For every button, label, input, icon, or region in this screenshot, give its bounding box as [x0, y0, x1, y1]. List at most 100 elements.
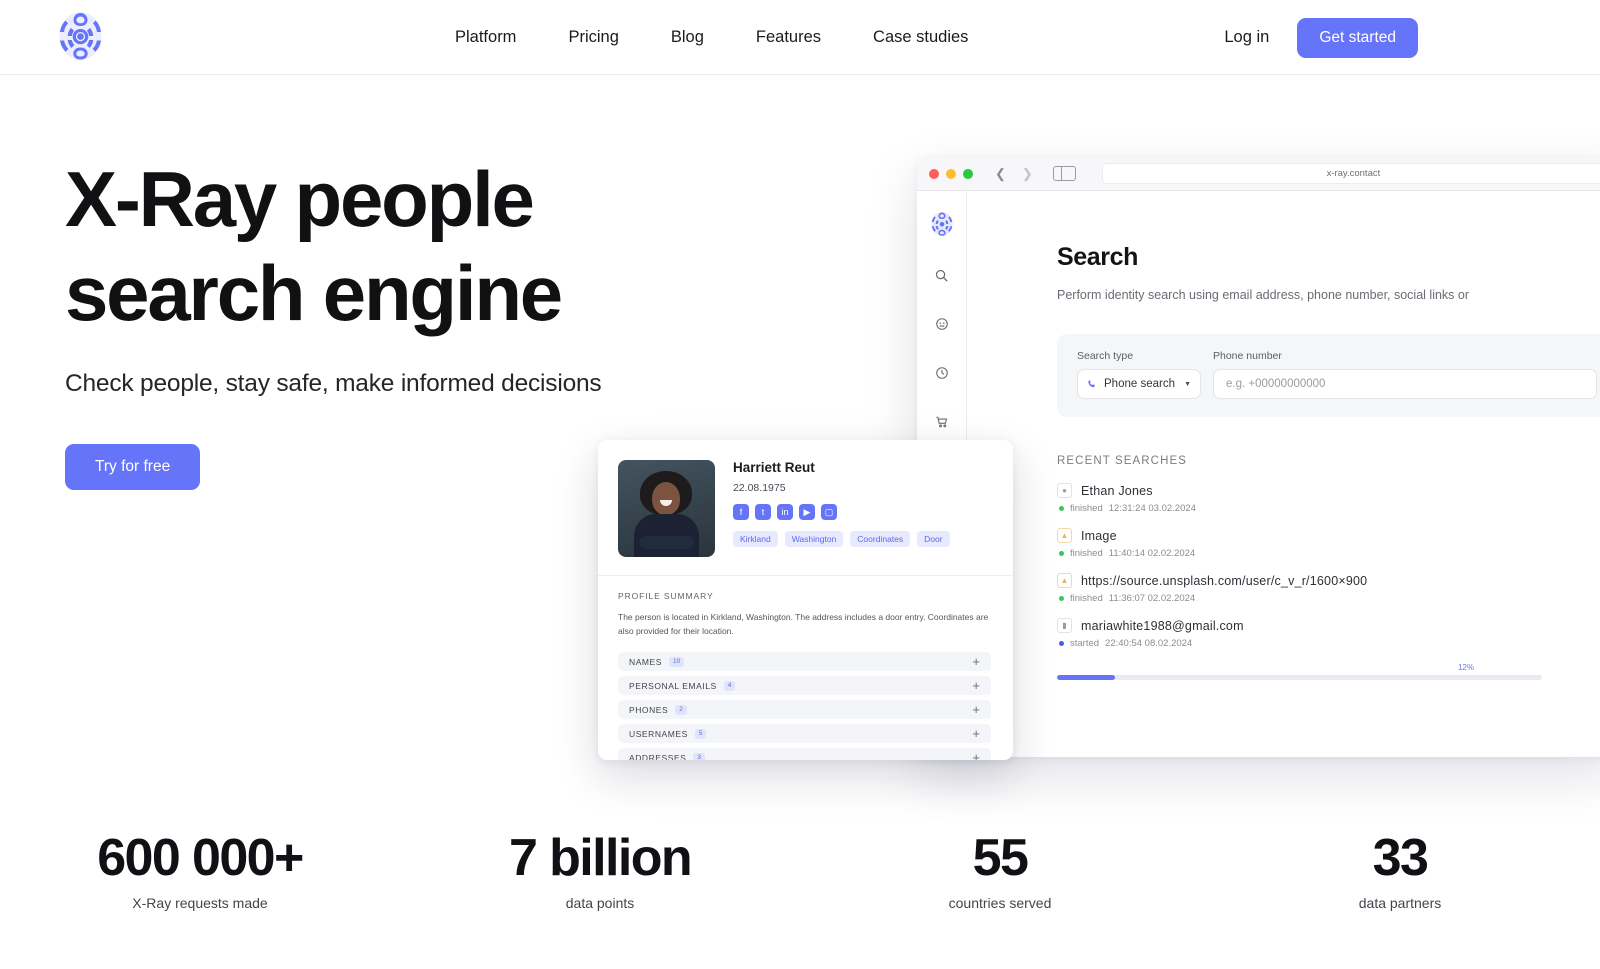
stat-item: 7 billion data points — [400, 828, 800, 911]
facebook-icon[interactable]: f — [733, 504, 749, 520]
stat-value: 33 — [1372, 829, 1429, 887]
row-label: USERNAMES — [629, 728, 688, 739]
twitter-icon[interactable]: t — [755, 504, 771, 520]
search-type-field: Search type Phone search ▼ — [1077, 350, 1201, 399]
table-row[interactable]: NAMES 10 + — [618, 652, 991, 671]
plus-icon[interactable]: + — [972, 751, 980, 760]
row-count-badge: 4 — [723, 680, 736, 691]
recent-item-title: mariawhite1988@gmail.com — [1081, 618, 1244, 633]
stat-value: 55 — [972, 829, 1029, 887]
sidebar-toggle-icon[interactable] — [1052, 166, 1076, 181]
profile-tag[interactable]: Kirkland — [733, 531, 778, 547]
chevron-left-icon[interactable]: ❮ — [991, 166, 1010, 182]
table-row[interactable]: USERNAMES 5 + — [618, 724, 991, 743]
recent-item-time: 11:40:14 02.02.2024 — [1108, 548, 1196, 559]
browser-url-bar[interactable]: x-ray.contact — [1101, 163, 1600, 184]
recent-item-status: finished — [1070, 503, 1103, 514]
recent-item-title: Image — [1081, 528, 1117, 543]
minimize-window-icon[interactable] — [946, 168, 956, 179]
status-dot — [1059, 506, 1064, 511]
search-icon[interactable] — [931, 264, 953, 286]
row-count-badge: 5 — [694, 728, 707, 739]
hero-title-line-1: X-Ray people — [65, 155, 535, 243]
recent-searches-list: ● Ethan Jones finished 12:31:24 03.02.20… — [1057, 483, 1600, 680]
plus-icon[interactable]: + — [972, 703, 980, 716]
recent-search-item[interactable]: ● Ethan Jones finished 12:31:24 03.02.20… — [1057, 483, 1600, 514]
linkedin-icon[interactable]: in — [777, 504, 793, 520]
youtube-icon[interactable]: ▶ — [799, 504, 815, 520]
shopping-cart-icon[interactable] — [931, 411, 953, 433]
login-link[interactable]: Log in — [1224, 28, 1269, 47]
app-page-heading: Search — [1057, 243, 1138, 271]
nav-link-features[interactable]: Features — [756, 28, 821, 47]
recent-item-status: finished — [1070, 548, 1103, 559]
person-circle-icon[interactable] — [931, 313, 953, 335]
sidebar-eye-globe-logo-icon[interactable] — [930, 211, 954, 237]
profile-tag[interactable]: Washington — [784, 531, 844, 547]
clock-history-icon[interactable] — [931, 362, 953, 384]
person-icon: ● — [1057, 483, 1072, 498]
browser-title-bar: ❮ ❯ x-ray.contact — [917, 157, 1600, 191]
recent-search-item[interactable]: ▮ mariawhite1988@gmail.com started 22:40… — [1057, 618, 1600, 649]
chevron-right-icon[interactable]: ❯ — [1018, 166, 1037, 182]
recent-search-item[interactable]: ▲ Image finished 11:40:14 02.02.2024 — [1057, 528, 1600, 559]
app-page-description: Perform identity search using email addr… — [1057, 288, 1470, 302]
maximize-window-icon[interactable] — [963, 168, 973, 179]
search-type-label: Search type — [1077, 350, 1134, 362]
hero-title-line-2: search engine — [65, 249, 563, 337]
stat-item: 55 countries served — [800, 828, 1200, 911]
divider — [598, 575, 1013, 576]
brand-logo[interactable] — [57, 10, 104, 62]
try-for-free-button[interactable]: Try for free — [65, 444, 201, 490]
search-type-select[interactable]: Phone search ▼ — [1077, 369, 1201, 399]
profile-detail-rows: NAMES 10 + PERSONAL EMAILS 4 + PHONES 2 … — [618, 652, 991, 760]
phone-icon — [1088, 380, 1095, 388]
search-form-panel: Search type Phone search ▼ Phone number — [1057, 334, 1600, 417]
browser-url-text: x-ray.contact — [1326, 168, 1381, 179]
close-window-icon[interactable] — [929, 168, 939, 179]
table-row[interactable]: PERSONAL EMAILS 4 + — [618, 676, 991, 695]
progress-fill — [1057, 675, 1116, 680]
row-count-badge: 10 — [668, 656, 685, 667]
nav-link-platform[interactable]: Platform — [455, 28, 516, 47]
recent-item-title: https://source.unsplash.com/user/c_v_r/1… — [1081, 573, 1368, 588]
row-count-badge: 2 — [675, 704, 687, 715]
plus-icon[interactable]: + — [972, 727, 980, 740]
browser-viewport: Search Perform identity search using ema… — [917, 191, 1600, 757]
profile-summary-label: PROFILE SUMMARY — [618, 591, 714, 601]
get-started-button[interactable]: Get started — [1297, 17, 1418, 58]
stats-section: 600 000+ X-Ray requests made 7 billion d… — [0, 828, 1600, 911]
stat-value: 7 billion — [508, 829, 693, 887]
landing-page: Platform Pricing Blog Features Case stud… — [0, 0, 1600, 969]
status-dot — [1059, 596, 1064, 601]
profile-summary-text: The person is located in Kirkland, Washi… — [618, 612, 989, 636]
profile-tag[interactable]: Coordinates — [850, 531, 911, 547]
recent-item-title: Ethan Jones — [1081, 483, 1153, 498]
nav-link-case-studies[interactable]: Case studies — [873, 28, 968, 47]
row-label: NAMES — [629, 656, 662, 667]
stat-label: X-Ray requests made — [132, 895, 268, 911]
browser-mockup: ❮ ❯ x-ray.contact Search Perform identit… — [917, 157, 1600, 757]
phone-number-placeholder: e.g. +00000000000 — [1226, 378, 1326, 390]
progress-percent-label: 12% — [1457, 663, 1474, 672]
recent-item-time: 11:36:07 02.02.2024 — [1108, 593, 1196, 604]
table-row[interactable]: PHONES 2 + — [618, 700, 991, 719]
nav-actions: Log in Get started — [1224, 0, 1418, 75]
recent-item-time: 12:31:24 03.02.2024 — [1108, 503, 1196, 514]
phone-number-label: Phone number — [1213, 350, 1282, 362]
profile-tag[interactable]: Door — [917, 531, 950, 547]
plus-icon[interactable]: + — [972, 655, 980, 668]
recent-item-status: finished — [1070, 593, 1103, 604]
profile-tags: Kirkland Washington Coordinates Door — [733, 531, 950, 547]
nav-link-blog[interactable]: Blog — [671, 28, 704, 47]
table-row[interactable]: ADDRESSES 3 + — [618, 748, 991, 760]
recent-item-time: 22:40:54 08.02.2024 — [1105, 638, 1193, 649]
phone-number-input[interactable]: e.g. +00000000000 — [1213, 369, 1597, 399]
instagram-icon[interactable]: ▢ — [821, 504, 837, 520]
plus-icon[interactable]: + — [972, 679, 980, 692]
image-icon: ▲ — [1057, 528, 1072, 543]
stat-label: countries served — [948, 895, 1052, 911]
progress-track — [1057, 675, 1542, 680]
nav-link-pricing[interactable]: Pricing — [568, 28, 618, 47]
recent-search-item[interactable]: ▲ https://source.unsplash.com/user/c_v_r… — [1057, 573, 1600, 604]
